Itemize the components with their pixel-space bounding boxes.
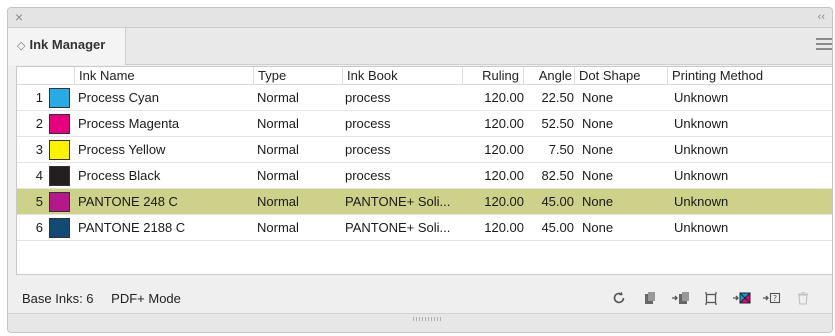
trash-icon[interactable] — [792, 290, 814, 308]
ink-ruling: 120.00 — [484, 194, 524, 209]
ink-angle: 82.50 — [541, 168, 574, 183]
ink-angle: 22.50 — [541, 90, 574, 105]
tab-label: Ink Manager — [29, 37, 106, 52]
ink-angle: 45.00 — [541, 194, 574, 209]
resize-bar — [8, 313, 832, 332]
base-inks-count: Base Inks: 6 — [22, 291, 94, 306]
ink-name: Process Black — [78, 168, 161, 183]
ink-ruling: 120.00 — [484, 220, 524, 235]
table-row[interactable]: 4 Process Black Normal process 120.00 82.50 No… — [17, 163, 832, 189]
ink-name: PANTONE 248 C — [78, 194, 178, 209]
ink-book: PANTONE+ Soli... — [345, 194, 451, 209]
ink-dot-shape: None — [582, 168, 614, 183]
ink-type: Normal — [257, 90, 299, 105]
ink-ruling: 120.00 — [484, 142, 524, 157]
table-row[interactable]: 1 Process Cyan Normal process 120.00 22.50 Non… — [17, 85, 832, 111]
ink-dot-shape: None — [582, 194, 614, 209]
ink-name: Process Yellow — [78, 142, 166, 157]
ink-type: Normal — [257, 220, 299, 235]
header-lead — [17, 67, 74, 85]
table-body: 1 Process Cyan Normal process 120.00 22.50 Non… — [17, 85, 832, 241]
ink-swatch — [49, 140, 70, 160]
copy-ink-icon[interactable] — [639, 290, 661, 308]
row-number: 3 — [35, 142, 43, 157]
resize-grip-icon[interactable] — [413, 317, 443, 321]
row-number: 1 — [35, 90, 43, 105]
ink-type: Normal — [257, 168, 299, 183]
table-header: Ink Name Type Ink Book Ruling Angle Dot … — [17, 67, 832, 85]
ink-ruling: 120.00 — [484, 116, 524, 131]
ink-book: process — [345, 90, 391, 105]
ink-printing-method: Unknown — [674, 168, 729, 183]
ink-manager-panel: × ‹‹ ◇ Ink Manager Ink Name Type Ink Book… — [7, 7, 833, 333]
table-row[interactable]: 6 PANTONE 2188 C Normal PANTONE+ Soli... 120… — [17, 215, 832, 241]
ink-printing-method: Unknown — [674, 90, 729, 105]
mode-label: PDF+ Mode — [111, 291, 181, 306]
row-number: 5 — [35, 194, 43, 209]
table-row[interactable]: 2 Process Magenta Normal process 120.00 52.50… — [17, 111, 832, 137]
ink-angle: 52.50 — [541, 116, 574, 131]
header-ruling[interactable]: Ruling — [462, 67, 523, 85]
ink-dot-shape: None — [582, 90, 614, 105]
header-printing-method[interactable]: Printing Method — [667, 67, 832, 85]
ink-book: process — [345, 142, 391, 157]
row-number: 2 — [35, 116, 43, 131]
ink-dot-shape: None — [582, 116, 614, 131]
ink-book: process — [345, 168, 391, 183]
ink-swatch — [49, 114, 70, 134]
header-dot-shape[interactable]: Dot Shape — [574, 67, 667, 85]
query-ink-icon[interactable]: ? — [761, 290, 783, 308]
ink-angle: 45.00 — [541, 220, 574, 235]
header-ink-book[interactable]: Ink Book — [342, 67, 462, 85]
panel-menu-icon[interactable] — [816, 38, 832, 52]
ink-printing-method: Unknown — [674, 194, 729, 209]
row-number: 4 — [35, 168, 43, 183]
tab-ink-manager[interactable]: ◇ Ink Manager — [8, 28, 126, 65]
header-ink-name[interactable]: Ink Name — [74, 67, 253, 85]
ink-angle: 7.50 — [548, 142, 574, 157]
ink-name: Process Cyan — [78, 90, 159, 105]
ink-name: PANTONE 2188 C — [78, 220, 186, 235]
footer-toolbar: ? — [603, 290, 814, 308]
table-row[interactable]: 5 PANTONE 248 C Normal PANTONE+ Soli... 120.… — [17, 189, 832, 215]
ink-name: Process Magenta — [78, 116, 180, 131]
ink-ruling: 120.00 — [484, 168, 524, 183]
tab-row: ◇ Ink Manager — [8, 28, 832, 65]
move-ink-icon[interactable] — [670, 290, 692, 308]
ink-type: Normal — [257, 142, 299, 157]
header-type[interactable]: Type — [253, 67, 342, 85]
ink-swatch — [49, 218, 70, 238]
ink-type: Normal — [257, 116, 299, 131]
status-text: Base Inks: 6 PDF+ Mode — [22, 290, 195, 308]
refresh-icon[interactable] — [608, 290, 630, 308]
close-icon[interactable]: × — [15, 9, 23, 25]
ink-dot-shape: None — [582, 142, 614, 157]
header-angle[interactable]: Angle — [523, 67, 574, 85]
ink-printing-method: Unknown — [674, 116, 729, 131]
ink-table: Ink Name Type Ink Book Ruling Angle Dot … — [16, 66, 832, 275]
panel-titlebar[interactable]: × ‹‹ — [8, 8, 832, 28]
tab-arrows-icon: ◇ — [17, 40, 26, 52]
svg-text:?: ? — [773, 294, 777, 303]
ink-swatch — [49, 88, 70, 108]
table-row[interactable]: 3 Process Yellow Normal process 120.00 7.50 No… — [17, 137, 832, 163]
row-number: 6 — [35, 220, 43, 235]
ink-swatch — [49, 166, 70, 186]
ink-book: process — [345, 116, 391, 131]
ink-type: Normal — [257, 194, 299, 209]
collapse-icon[interactable]: ‹‹ — [818, 9, 825, 25]
map-ink-icon[interactable] — [731, 290, 753, 308]
ink-ruling: 120.00 — [484, 90, 524, 105]
ink-dot-shape: None — [582, 220, 614, 235]
ink-book: PANTONE+ Soli... — [345, 220, 451, 235]
frame-icon[interactable] — [700, 290, 722, 308]
ink-printing-method: Unknown — [674, 142, 729, 157]
ink-swatch — [49, 192, 70, 212]
ink-printing-method: Unknown — [674, 220, 729, 235]
